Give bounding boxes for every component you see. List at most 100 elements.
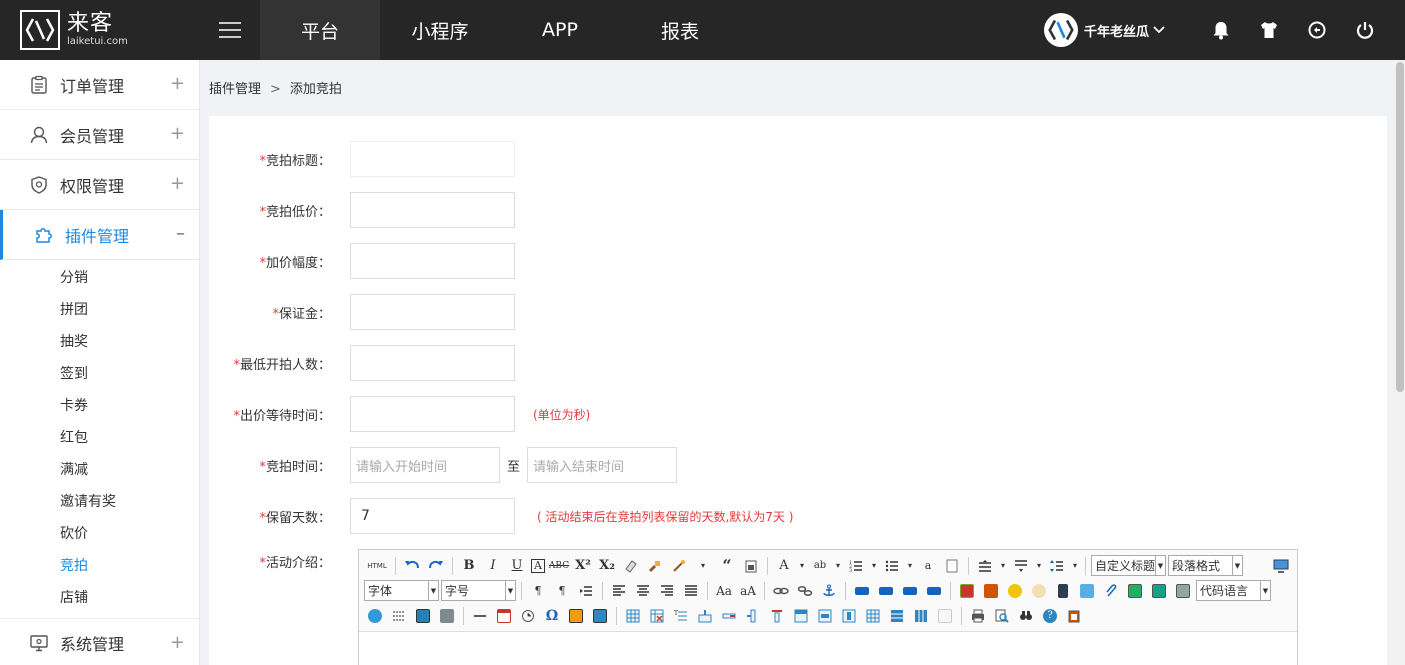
chevron-down-icon[interactable] bbox=[1153, 26, 1165, 34]
top-nav-platform[interactable]: 平台 bbox=[260, 0, 380, 60]
submenu-item-invite[interactable]: 邀请有奖 bbox=[0, 486, 199, 518]
submenu-item-bargain[interactable]: 砍价 bbox=[0, 518, 199, 550]
subscript-icon[interactable]: X₂ bbox=[597, 556, 617, 576]
justify-icon[interactable] bbox=[681, 581, 701, 601]
submenu-item-store[interactable]: 店铺 bbox=[0, 582, 199, 614]
sidebar-item-system[interactable]: 系统管理 + bbox=[0, 618, 199, 665]
format-brush-icon[interactable] bbox=[645, 556, 665, 576]
deposit-input[interactable] bbox=[350, 294, 515, 330]
font-border-icon[interactable]: A bbox=[531, 558, 545, 573]
rtl-icon[interactable]: ¶ bbox=[552, 581, 572, 601]
code-language-select[interactable]: 代码语言 ▼ bbox=[1196, 580, 1271, 601]
top-nav-miniprogram[interactable]: 小程序 bbox=[380, 0, 500, 60]
merge-down-icon[interactable] bbox=[839, 606, 859, 626]
underline-icon[interactable]: U bbox=[507, 556, 527, 576]
brand-logo[interactable]: 来客 laiketui.com bbox=[0, 0, 200, 60]
scrawl-icon[interactable] bbox=[1029, 581, 1049, 601]
word-icon[interactable] bbox=[590, 606, 610, 626]
wait-time-input[interactable] bbox=[350, 396, 515, 432]
search-replace-icon[interactable] bbox=[1016, 606, 1036, 626]
menu-toggle-button[interactable] bbox=[200, 0, 260, 60]
bell-icon[interactable] bbox=[1209, 18, 1233, 42]
horizontal-rule-icon[interactable] bbox=[470, 606, 490, 626]
submenu-item-coupon[interactable]: 卡券 bbox=[0, 390, 199, 422]
expand-icon[interactable]: + bbox=[170, 74, 185, 94]
delete-table-icon[interactable] bbox=[647, 606, 667, 626]
select-all-icon[interactable]: a bbox=[918, 556, 938, 576]
split-rows-icon[interactable] bbox=[887, 606, 907, 626]
preview-icon[interactable] bbox=[992, 606, 1012, 626]
expand-icon[interactable]: + bbox=[170, 633, 185, 653]
page-break-icon[interactable] bbox=[389, 606, 409, 626]
html-source-button[interactable]: HTML bbox=[365, 556, 389, 576]
link-icon[interactable] bbox=[771, 581, 791, 601]
highlight-icon[interactable]: ab bbox=[810, 556, 830, 576]
scrollbar-thumb[interactable] bbox=[1396, 62, 1404, 392]
delete-row-icon[interactable] bbox=[719, 606, 739, 626]
top-nav-app[interactable]: APP bbox=[500, 0, 620, 60]
date-icon[interactable] bbox=[494, 606, 514, 626]
insert-paragraph-icon[interactable]: T bbox=[671, 606, 691, 626]
align-center-icon[interactable] bbox=[633, 581, 653, 601]
blockquote-icon[interactable]: “ bbox=[717, 556, 737, 576]
wordimage-icon[interactable] bbox=[566, 606, 586, 626]
collapse-icon[interactable]: – bbox=[176, 224, 185, 244]
row-spacing-bottom-icon[interactable] bbox=[1011, 556, 1031, 576]
row-spacing-top-icon[interactable] bbox=[975, 556, 995, 576]
emoticon-icon[interactable] bbox=[1005, 581, 1025, 601]
print-icon[interactable] bbox=[968, 606, 988, 626]
font-size-select[interactable]: 字号 ▼ bbox=[441, 580, 516, 601]
split-cells-icon[interactable] bbox=[863, 606, 883, 626]
anchor-icon[interactable] bbox=[819, 581, 839, 601]
submenu-item-auction[interactable]: 竞拍 bbox=[0, 550, 199, 582]
sidebar-item-orders[interactable]: 订单管理 + bbox=[0, 60, 199, 110]
end-time-input[interactable]: 请输入结束时间 bbox=[527, 447, 678, 483]
submenu-item-group-buy[interactable]: 拼团 bbox=[0, 294, 199, 326]
insert-row-icon[interactable] bbox=[695, 606, 715, 626]
merge-cells-icon[interactable] bbox=[791, 606, 811, 626]
indent-icon[interactable] bbox=[576, 581, 596, 601]
background-icon[interactable] bbox=[413, 606, 433, 626]
refresh-icon[interactable] bbox=[1305, 18, 1329, 42]
merge-right-icon[interactable] bbox=[815, 606, 835, 626]
italic-icon[interactable]: I bbox=[483, 556, 503, 576]
gmap-icon[interactable] bbox=[1149, 581, 1169, 601]
delete-col-icon[interactable] bbox=[767, 606, 787, 626]
insert-frame-icon[interactable] bbox=[1173, 581, 1193, 601]
line-height-icon[interactable] bbox=[1047, 556, 1067, 576]
web-image-icon[interactable] bbox=[365, 606, 385, 626]
unordered-list-icon[interactable] bbox=[882, 556, 902, 576]
unlink-icon[interactable] bbox=[795, 581, 815, 601]
user-name[interactable]: 千年老丝瓜 bbox=[1084, 21, 1149, 40]
shirt-icon[interactable] bbox=[1257, 18, 1281, 42]
undo-icon[interactable] bbox=[402, 556, 422, 576]
insert-image-icon[interactable] bbox=[957, 581, 977, 601]
font-color-icon[interactable]: A bbox=[774, 556, 794, 576]
top-nav-report[interactable]: 报表 bbox=[620, 0, 740, 60]
paste-text-icon[interactable] bbox=[741, 556, 761, 576]
low-price-input[interactable] bbox=[350, 192, 515, 228]
fullscreen-icon[interactable] bbox=[1271, 556, 1291, 576]
chart-icon[interactable] bbox=[935, 606, 955, 626]
custom-title-select[interactable]: 自定义标题 ▼ bbox=[1091, 555, 1166, 576]
align-left-icon[interactable] bbox=[609, 581, 629, 601]
bold-icon[interactable]: B bbox=[459, 556, 479, 576]
clear-doc-icon[interactable] bbox=[942, 556, 962, 576]
insert-table-icon[interactable] bbox=[623, 606, 643, 626]
sidebar-item-plugins[interactable]: 插件管理 – bbox=[0, 210, 199, 260]
insert-col-icon[interactable] bbox=[743, 606, 763, 626]
eraser-icon[interactable] bbox=[621, 556, 641, 576]
help-icon[interactable]: ? bbox=[1040, 606, 1060, 626]
ltr-icon[interactable]: ¶ bbox=[528, 581, 548, 601]
image-right-icon[interactable] bbox=[900, 581, 920, 601]
ordered-list-icon[interactable]: 123 bbox=[846, 556, 866, 576]
drafts-icon[interactable] bbox=[1064, 606, 1084, 626]
multi-image-icon[interactable] bbox=[981, 581, 1001, 601]
start-time-input[interactable]: 请输入开始时间 bbox=[350, 447, 500, 483]
submenu-item-checkin[interactable]: 签到 bbox=[0, 358, 199, 390]
music-icon[interactable] bbox=[1077, 581, 1097, 601]
special-chars-icon[interactable]: Ω bbox=[542, 606, 562, 626]
split-cols-icon[interactable] bbox=[911, 606, 931, 626]
submenu-item-lottery[interactable]: 抽奖 bbox=[0, 326, 199, 358]
strikethrough-icon[interactable]: ABC bbox=[549, 556, 569, 576]
